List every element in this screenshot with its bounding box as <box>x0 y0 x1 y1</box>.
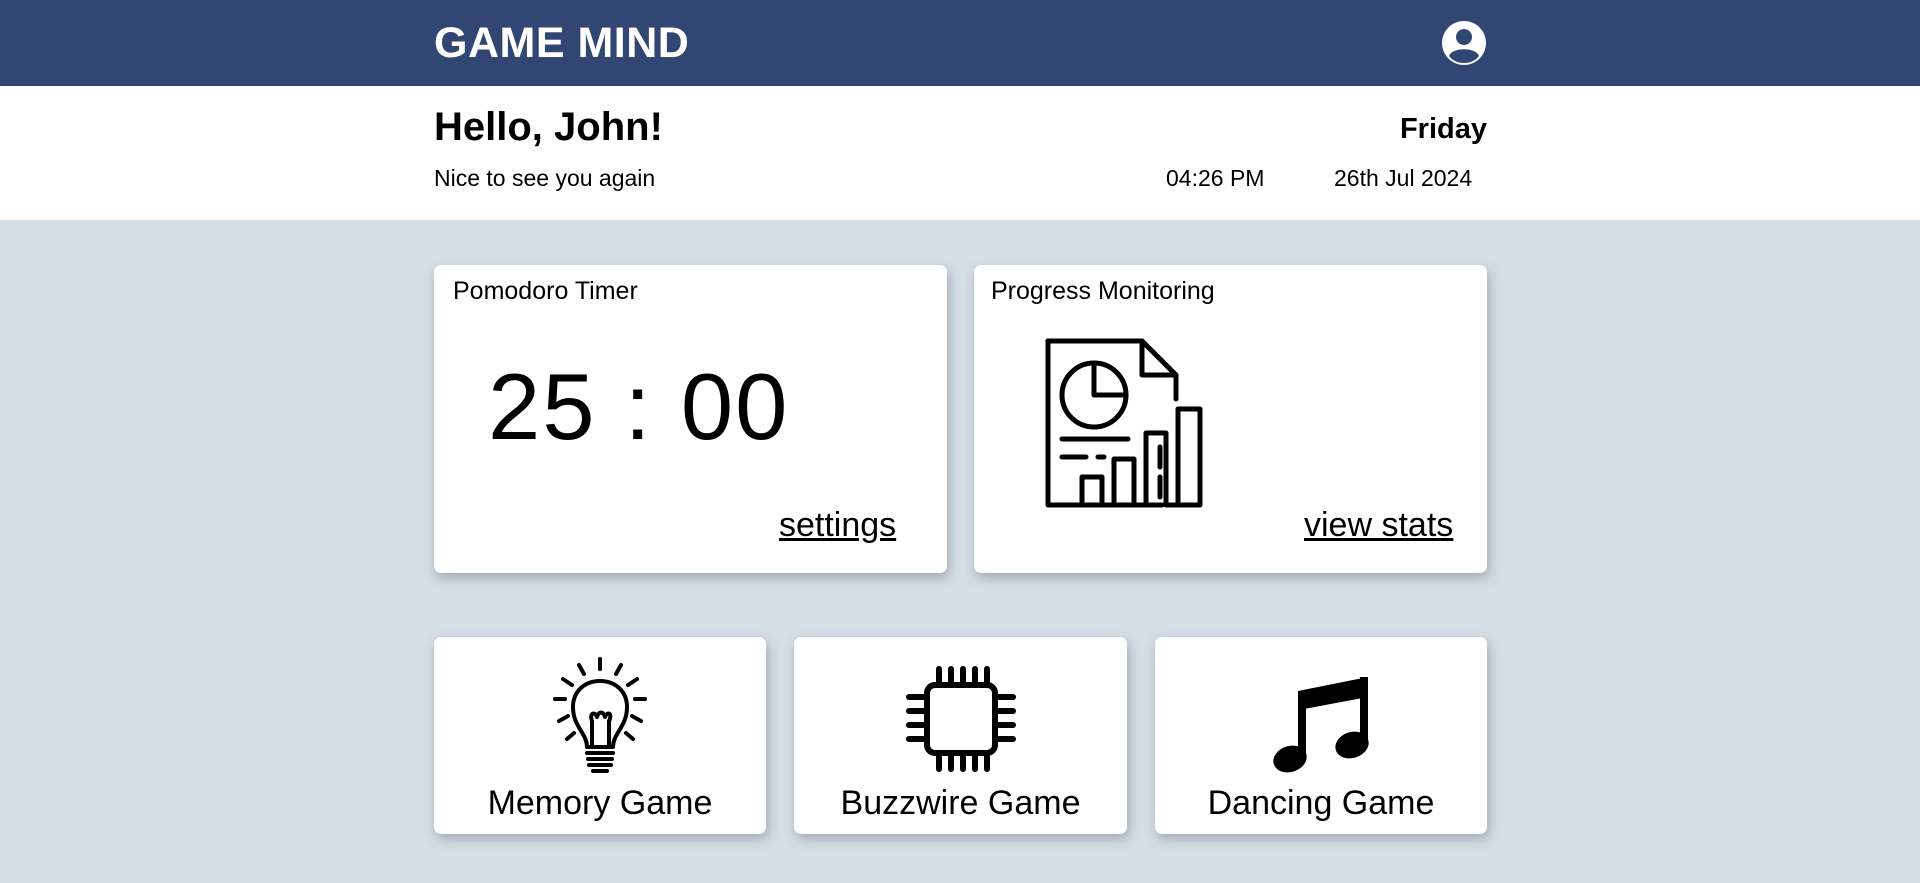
game-label: Memory Game <box>487 784 713 822</box>
view-stats-link[interactable]: view stats <box>1304 505 1453 545</box>
current-date: 26th Jul 2024 <box>1334 165 1473 191</box>
greeting-title: Hello, John! <box>434 105 663 149</box>
pomodoro-timer-display: 25 : 00 <box>488 354 790 459</box>
pomodoro-settings-link[interactable]: settings <box>779 505 896 545</box>
microchip-icon <box>905 666 1016 772</box>
top-header: GAME MIND <box>0 0 1920 86</box>
current-weekday: Friday <box>1399 113 1487 145</box>
report-chart-icon <box>1045 338 1203 508</box>
lightbulb-icon <box>553 657 647 773</box>
progress-title: Progress Monitoring <box>991 277 1215 305</box>
current-time: 04:26 PM <box>1166 165 1265 191</box>
greeting-subtitle: Nice to see you again <box>434 165 656 191</box>
greeting-band <box>0 86 1920 220</box>
game-label: Dancing Game <box>1207 784 1435 822</box>
account-button[interactable] <box>1440 19 1488 67</box>
account-circle-icon <box>1442 21 1486 65</box>
pomodoro-card: Pomodoro Timer 25 : 00 settings <box>434 265 947 573</box>
buzzwire-game-card[interactable]: Buzzwire Game <box>794 637 1127 834</box>
progress-card: Progress Monitoring view stats <box>974 265 1487 573</box>
game-label: Buzzwire Game <box>840 784 1081 822</box>
brand-logo[interactable]: GAME MIND <box>434 20 689 66</box>
pomodoro-title: Pomodoro Timer <box>453 277 638 305</box>
dancing-game-card[interactable]: Dancing Game <box>1155 637 1487 834</box>
music-note-icon <box>1273 677 1369 773</box>
memory-game-card[interactable]: Memory Game <box>434 637 766 834</box>
